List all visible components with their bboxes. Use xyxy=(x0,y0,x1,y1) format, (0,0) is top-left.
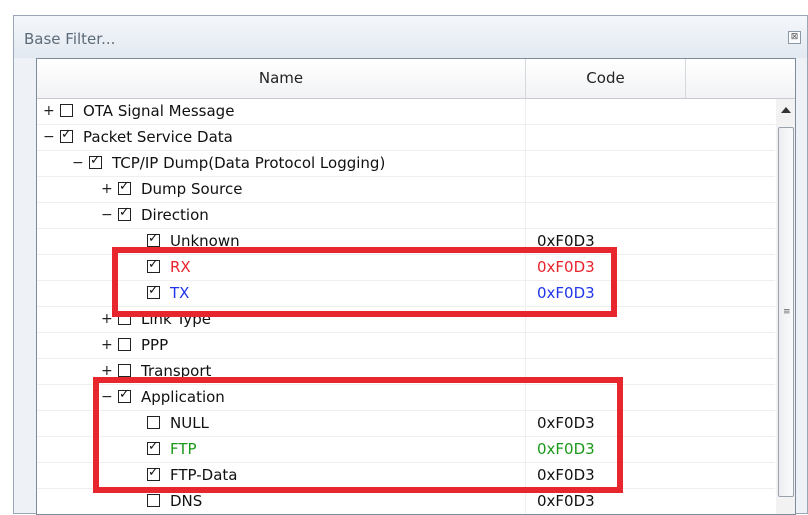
column-divider xyxy=(525,151,526,177)
column-header-name[interactable]: Name xyxy=(37,59,526,98)
checkbox-checked[interactable]: ✓ xyxy=(89,153,102,169)
row-label: TCP/IP Dump(Data Protocol Logging) xyxy=(112,154,386,172)
highlight-box-application xyxy=(93,377,623,493)
row-label: Dump Source xyxy=(141,180,243,198)
panel-title: Base Filter... xyxy=(24,30,116,48)
tree-row[interactable]: + OTA Signal Message xyxy=(37,99,775,125)
checkbox-unchecked[interactable] xyxy=(118,364,131,377)
column-header: Name Code xyxy=(37,59,795,99)
checkbox-unchecked[interactable] xyxy=(118,338,131,351)
column-header-code[interactable]: Code xyxy=(526,59,686,98)
checkbox-checked[interactable]: ✓ xyxy=(118,205,131,221)
checkbox-checked[interactable]: ✓ xyxy=(60,127,73,143)
highlight-box-direction xyxy=(112,247,617,317)
scrollbar-thumb[interactable]: ≡ xyxy=(778,127,794,497)
column-divider xyxy=(525,99,526,125)
collapse-icon[interactable]: − xyxy=(72,156,84,170)
expand-icon[interactable]: + xyxy=(101,182,113,196)
column-divider xyxy=(525,125,526,151)
row-label: OTA Signal Message xyxy=(83,102,235,120)
column-divider xyxy=(525,333,526,359)
tree-row[interactable]: + PPP xyxy=(37,333,775,359)
tree-row[interactable]: − ✓ Packet Service Data xyxy=(37,125,775,151)
checkbox-checked[interactable]: ✓ xyxy=(118,179,131,195)
check-icon: ✓ xyxy=(148,231,159,246)
column-divider xyxy=(525,177,526,203)
tree-row[interactable]: − ✓ Direction xyxy=(37,203,775,229)
row-label: Packet Service Data xyxy=(83,128,233,146)
grip-icon: ≡ xyxy=(783,307,791,317)
checkbox-checked[interactable]: ✓ xyxy=(147,231,160,247)
expand-icon[interactable]: + xyxy=(101,312,113,326)
collapse-icon[interactable]: − xyxy=(43,130,55,144)
expand-icon[interactable]: + xyxy=(101,364,113,378)
checkbox-unchecked[interactable] xyxy=(147,494,160,507)
collapse-icon[interactable]: − xyxy=(101,208,113,222)
check-icon: ✓ xyxy=(119,179,130,194)
row-label: PPP xyxy=(141,336,169,354)
checkbox-unchecked[interactable] xyxy=(60,104,73,117)
check-icon: ✓ xyxy=(119,205,130,220)
vertical-scrollbar[interactable]: ≡ xyxy=(776,99,795,514)
expand-icon[interactable]: + xyxy=(43,104,55,118)
check-icon: ✓ xyxy=(61,127,72,142)
column-divider xyxy=(525,203,526,229)
tree-row[interactable]: − ✓ TCP/IP Dump(Data Protocol Logging) xyxy=(37,151,775,177)
check-icon: ✓ xyxy=(90,153,101,168)
arrow-up-icon[interactable] xyxy=(781,107,791,113)
close-icon[interactable]: ⊠ xyxy=(788,31,801,44)
panel-titlebar: Base Filter... ⊠ xyxy=(14,16,807,58)
row-label: Direction xyxy=(141,206,209,224)
expand-icon[interactable]: + xyxy=(101,338,113,352)
row-label: DNS xyxy=(170,492,203,510)
row-code: 0xF0D3 xyxy=(537,492,595,510)
tree-row[interactable]: + ✓ Dump Source xyxy=(37,177,775,203)
